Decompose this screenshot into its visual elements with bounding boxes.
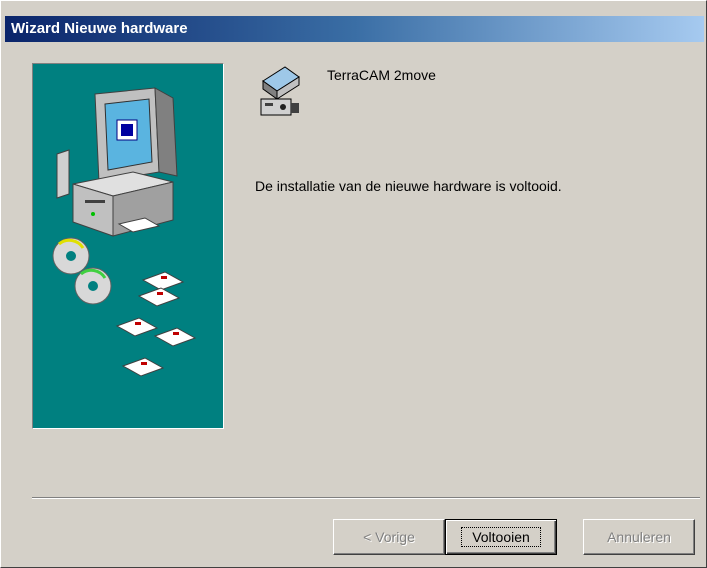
completion-message: De installatie van de nieuwe hardware is… — [255, 178, 562, 194]
window-title: Wizard Nieuwe hardware — [11, 20, 188, 37]
title-bar: Wizard Nieuwe hardware — [5, 16, 704, 42]
finish-button[interactable]: Voltooien — [445, 519, 557, 555]
device-name: TerraCAM 2move — [327, 67, 436, 83]
wizard-window: Wizard Nieuwe hardware TerraCAM 2move De… — [0, 0, 707, 568]
scanner-camera-icon — [260, 66, 300, 116]
cancel-button[interactable]: Annuleren — [583, 519, 695, 555]
cancel-button-label: Annuleren — [607, 529, 671, 545]
separator — [32, 497, 700, 499]
computer-illustration-icon — [52, 87, 197, 377]
back-button[interactable]: < Vorige — [333, 519, 445, 555]
back-button-label: < Vorige — [363, 529, 415, 545]
wizard-sidebar-image — [32, 63, 224, 429]
finish-button-label: Voltooien — [461, 527, 541, 547]
